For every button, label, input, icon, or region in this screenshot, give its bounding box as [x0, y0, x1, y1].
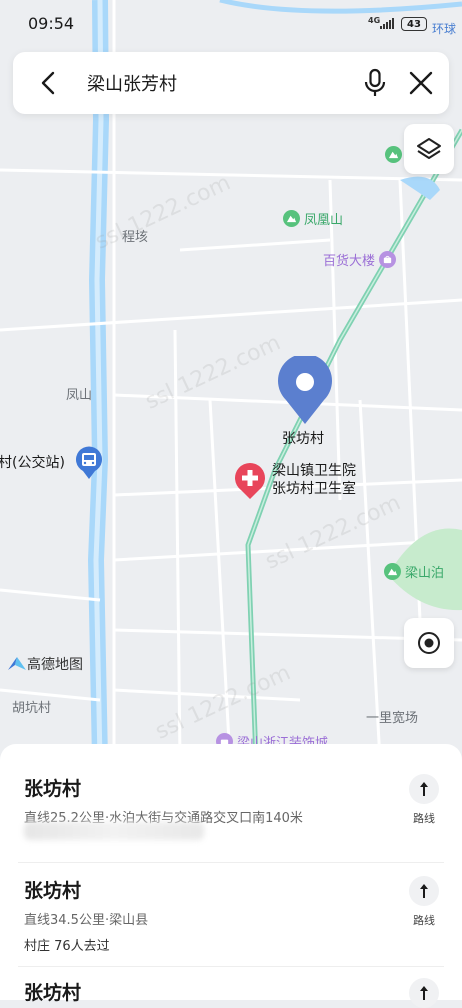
blurred-region — [24, 822, 204, 840]
locate-icon — [418, 632, 440, 654]
result-desc: 直线34.5公里·梁山县 — [24, 913, 149, 928]
route-arrow-icon — [420, 986, 428, 1000]
status-bar: 09:54 4G 43 环球 — [0, 0, 462, 48]
map-label-fengshan[interactable]: 凤山 — [66, 384, 92, 403]
map-label-yilikuanchang[interactable]: 一里宽场 — [366, 707, 418, 726]
locate-button[interactable] — [404, 618, 454, 668]
search-input[interactable]: 梁山张芳村 — [87, 70, 177, 96]
map-label-hukengcun[interactable]: 胡坑村 — [12, 697, 51, 716]
route-arrow-icon — [420, 782, 428, 796]
route-button[interactable]: 路线 — [404, 876, 444, 928]
close-icon[interactable] — [408, 70, 434, 96]
shopping-icon — [379, 251, 397, 268]
result-name[interactable]: 张坊村 — [24, 876, 81, 903]
route-label: 路线 — [413, 812, 435, 825]
map-label-chenggai[interactable]: 程垓 — [122, 226, 148, 245]
road-network — [0, 0, 462, 760]
status-time: 09:54 — [28, 14, 75, 33]
bus-stop-icon[interactable] — [74, 446, 104, 480]
poi-label: 百货大楼 — [323, 254, 376, 269]
scenic-icon — [384, 563, 401, 580]
poi-park-top[interactable] — [385, 146, 406, 163]
route-button[interactable]: 路线 — [404, 774, 444, 826]
microphone-icon[interactable] — [361, 68, 389, 98]
poi-liangshanpo[interactable]: 梁山泊 — [384, 562, 444, 581]
bus-stop-label[interactable]: 村(公交站) — [0, 452, 65, 472]
back-arrow-icon[interactable] — [35, 69, 63, 97]
route-arrow-icon — [420, 884, 428, 898]
map-label-huanqiu: 环球 — [432, 22, 457, 36]
logo-icon — [8, 657, 26, 670]
location-pin-icon[interactable] — [276, 356, 334, 426]
hospital-icon[interactable] — [234, 462, 266, 500]
results-sheet[interactable]: 张坊村 直线25.2公里·水泊大街与交通路交叉口南140米 路线 张坊村 直线3… — [0, 744, 462, 1008]
map-view[interactable]: ssl 1222.com ssl 1222.com ssl 1222.com s… — [0, 0, 462, 760]
result-name[interactable]: 张坊村 — [24, 978, 81, 1005]
hospital-line-2: 张坊村卫生室 — [272, 481, 356, 497]
hospital-label[interactable]: 梁山镇卫生院 张坊村卫生室 — [272, 462, 356, 498]
poi-label: 凤凰山 — [304, 213, 344, 228]
poi-fenghuangshan[interactable]: 凤凰山 — [283, 209, 343, 228]
result-extra: 村庄 76人去过 — [24, 939, 110, 954]
layers-button[interactable] — [404, 124, 454, 174]
logo-text: 高德地图 — [27, 657, 83, 673]
search-bar[interactable]: 梁山张芳村 — [13, 52, 449, 114]
poi-baihuo[interactable]: 百货大楼 — [323, 250, 400, 269]
layers-icon — [417, 138, 441, 159]
mountain-icon — [283, 210, 300, 227]
park-icon — [385, 146, 402, 163]
route-label: 路线 — [413, 914, 435, 927]
battery-icon: 43 — [401, 17, 427, 31]
route-button[interactable] — [404, 978, 444, 1008]
divider — [18, 966, 444, 967]
divider — [18, 862, 444, 863]
signal-icon — [380, 18, 394, 29]
poi-label: 梁山泊 — [405, 566, 445, 581]
hospital-line-1: 梁山镇卫生院 — [272, 463, 356, 479]
network-type: 4G — [368, 16, 381, 25]
result-name[interactable]: 张坊村 — [24, 774, 81, 801]
amap-logo: 高德地图 — [7, 654, 83, 674]
pin-label: 张坊村 — [282, 431, 324, 447]
